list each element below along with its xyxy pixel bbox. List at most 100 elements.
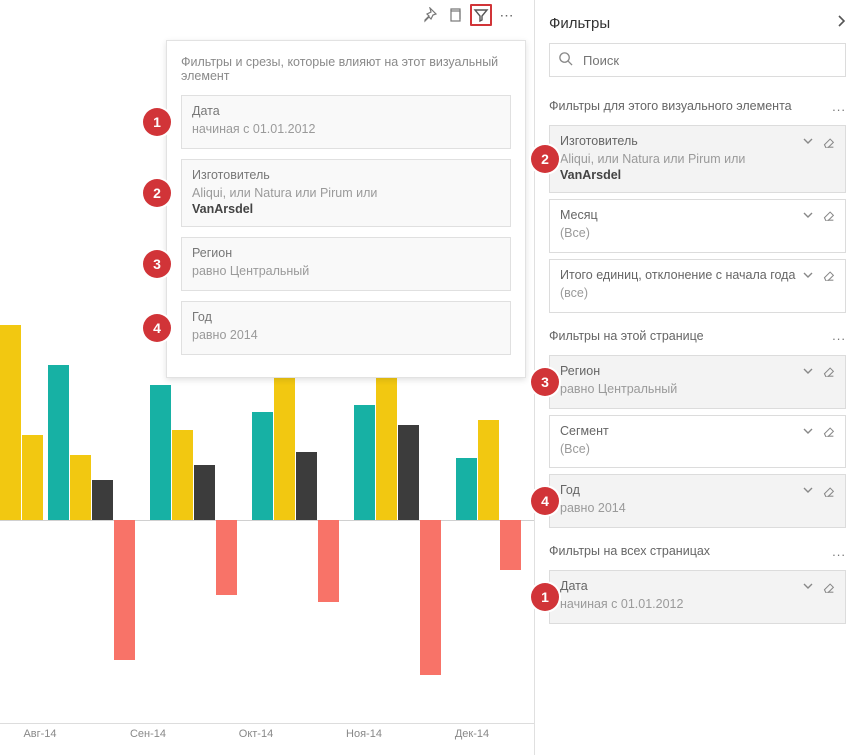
filter-card-name: Год — [560, 483, 580, 497]
filter-card[interactable]: Месяц (Все) — [549, 199, 846, 253]
chart-x-axis: Авг-14 Сен-14 Окт-14 Ноя-14 Дек-14 — [0, 723, 534, 747]
filter-card-value: (Все) — [560, 441, 835, 458]
filter-card-name: Изготовитель — [560, 134, 638, 148]
x-axis-label: Ноя-14 — [346, 728, 382, 740]
chevron-down-icon[interactable] — [802, 269, 814, 281]
filter-card-value-strong: VanArsdel — [560, 168, 835, 182]
chart-bar — [296, 452, 317, 520]
clear-filter-icon[interactable] — [822, 268, 835, 281]
filter-card-name: Месяц — [560, 208, 598, 222]
filter-card-value: Aliqui, или Natura или Pirum или — [560, 151, 835, 168]
filter-card-value: равно Центральный — [560, 381, 835, 398]
chart-bar — [252, 412, 273, 520]
chart-bar — [318, 520, 339, 602]
callout-marker: 3 — [143, 250, 171, 278]
filter-card-value: равно 2014 — [560, 500, 835, 517]
tooltip-filter-row: 4Годравно 2014 — [181, 301, 511, 355]
chevron-down-icon[interactable] — [802, 425, 814, 437]
callout-marker: 1 — [143, 108, 171, 136]
chart-bar — [478, 420, 499, 520]
tooltip-field-name: Дата — [192, 104, 500, 118]
section-title-text: Фильтры для этого визуального элемента — [549, 99, 792, 113]
clear-filter-icon[interactable] — [822, 424, 835, 437]
tooltip-field-value: равно 2014 — [192, 327, 500, 344]
tooltip-filter-row: 3Регионравно Центральный — [181, 237, 511, 291]
tooltip-field-name: Год — [192, 310, 500, 324]
tooltip-filter-card: Дата начиная с 01.01.2012 — [181, 95, 511, 149]
chart-bar — [398, 425, 419, 520]
filters-search[interactable] — [549, 43, 846, 77]
chevron-down-icon[interactable] — [802, 365, 814, 377]
callout-marker: 1 — [531, 583, 559, 611]
chart-bar — [194, 465, 215, 520]
callout-marker: 2 — [143, 179, 171, 207]
chart-bar — [376, 375, 397, 520]
callout-marker: 3 — [531, 368, 559, 396]
chart-bar — [22, 435, 43, 520]
filters-pane: Фильтры Фильтры для этого визуального эл… — [534, 0, 860, 755]
filters-title: Фильтры — [549, 15, 610, 32]
filter-card-name: Итого единиц, отклонение с начала года — [560, 268, 795, 282]
search-input[interactable] — [581, 52, 837, 69]
visual-area: Авг-14Сен-14Окт-14Ноя-14Дек-14 ⋯ Фильтры… — [0, 0, 534, 755]
filter-card-name: Сегмент — [560, 424, 609, 438]
section-title-text: Фильтры на всех страницах — [549, 544, 710, 558]
filter-card-name: Регион — [560, 364, 600, 378]
filters-tooltip: Фильтры и срезы, которые влияют на этот … — [166, 40, 526, 378]
tooltip-field-name: Изготовитель — [192, 168, 500, 182]
tooltip-field-value: Aliqui, или Natura или Pirum или — [192, 185, 500, 202]
clear-filter-icon[interactable] — [822, 484, 835, 497]
filter-card-value: начиная с 01.01.2012 — [560, 596, 835, 613]
chart-bar — [150, 385, 171, 520]
filter-section-title-all: Фильтры на всех страницах... — [535, 534, 860, 564]
filter-section-title-page: Фильтры на этой странице... — [535, 319, 860, 349]
tooltip-filter-card: Год равно 2014 — [181, 301, 511, 355]
collapse-pane-icon[interactable] — [836, 14, 846, 33]
section-more-icon[interactable]: ... — [832, 100, 846, 113]
filter-card[interactable]: Сегмент (Все) — [549, 415, 846, 469]
x-axis-label: Дек-14 — [455, 728, 489, 740]
tooltip-field-value: равно Центральный — [192, 263, 500, 280]
tooltip-filter-row: 2ИзготовительAliqui, или Natura или Piru… — [181, 159, 511, 227]
chart-bar — [48, 365, 69, 520]
clear-filter-icon[interactable] — [822, 135, 835, 148]
section-more-icon[interactable]: ... — [832, 545, 846, 558]
section-title-text: Фильтры на этой странице — [549, 329, 704, 343]
chart-bar — [420, 520, 441, 675]
x-axis-label: Окт-14 — [239, 728, 273, 740]
clear-filter-icon[interactable] — [822, 208, 835, 221]
chart-bar — [500, 520, 521, 570]
x-axis-label: Сен-14 — [130, 728, 166, 740]
filter-card-name: Дата — [560, 579, 588, 593]
callout-marker: 2 — [531, 145, 559, 173]
chevron-down-icon[interactable] — [802, 209, 814, 221]
filter-card[interactable]: Регион равно Центральный — [549, 355, 846, 409]
tooltip-title: Фильтры и срезы, которые влияют на этот … — [181, 55, 511, 83]
chart-bar — [354, 405, 375, 520]
filters-header: Фильтры — [535, 0, 860, 43]
filter-card[interactable]: Год равно 2014 — [549, 474, 846, 528]
chart-bar — [70, 455, 91, 520]
chart-bar — [0, 325, 21, 520]
search-icon — [558, 51, 573, 69]
chevron-down-icon[interactable] — [802, 484, 814, 496]
chart-bar — [216, 520, 237, 595]
tooltip-filter-card: Изготовитель Aliqui, или Natura или Pirum… — [181, 159, 511, 227]
chart-bar — [114, 520, 135, 660]
clear-filter-icon[interactable] — [822, 364, 835, 377]
clear-filter-icon[interactable] — [822, 580, 835, 593]
filter-card[interactable]: Изготовитель Aliqui, или Natura или Pirum… — [549, 125, 846, 193]
chevron-down-icon[interactable] — [802, 135, 814, 147]
x-axis-label: Авг-14 — [23, 728, 56, 740]
filter-card[interactable]: Итого единиц, отклонение с начала года(в… — [549, 259, 846, 313]
filter-section-title-visual: Фильтры для этого визуального элемента..… — [535, 89, 860, 119]
chart-bar — [456, 458, 477, 520]
filter-card-value: (Все) — [560, 225, 835, 242]
callout-marker: 4 — [143, 314, 171, 342]
chart-bar — [92, 480, 113, 520]
filter-card[interactable]: Дата начиная с 01.01.2012 — [549, 570, 846, 624]
chevron-down-icon[interactable] — [802, 580, 814, 592]
chart-bar — [172, 430, 193, 520]
tooltip-field-value: начиная с 01.01.2012 — [192, 121, 500, 138]
section-more-icon[interactable]: ... — [832, 329, 846, 342]
